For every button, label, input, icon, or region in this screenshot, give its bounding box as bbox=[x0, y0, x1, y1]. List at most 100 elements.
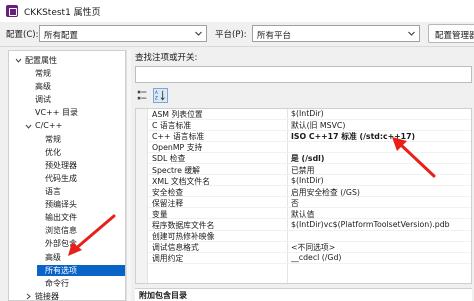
property-row[interactable]: 创建可热修补映像 bbox=[148, 231, 471, 242]
tree-item[interactable]: C/C++ bbox=[9, 121, 125, 132]
property-name: ASM 列表位置 bbox=[152, 110, 203, 119]
search-input[interactable] bbox=[135, 66, 472, 83]
description-title: 附加包含目录 bbox=[139, 291, 187, 300]
property-name: 安全检查 bbox=[152, 187, 184, 197]
property-row[interactable]: 调试信息格式 <不同选项> bbox=[148, 242, 471, 253]
tree-item[interactable]: 调试 bbox=[9, 94, 125, 105]
tree-item[interactable]: 预编译头 bbox=[9, 199, 125, 210]
property-grid: ASM 列表位置 $(IntDir) C 语言标准 默认(旧 MSVC) C++ 语言标… bbox=[135, 108, 472, 284]
chevron-down-icon[interactable] bbox=[15, 57, 22, 64]
tree-item[interactable]: 浏览信息 bbox=[9, 225, 125, 236]
property-row[interactable]: C 语言标准 默认(旧 MSVC) bbox=[148, 120, 471, 131]
property-value[interactable]: 启用安全检查 (/GS) bbox=[291, 187, 360, 198]
tree-item-label: 优化 bbox=[45, 147, 61, 157]
property-name: 创建可热修补映像 bbox=[152, 232, 215, 242]
property-tree: 配置属性 常规 高级 调试 VC++ 目录 C/C++ 常规 优化 预处理器 代码生成 语言 预编译头… bbox=[8, 50, 126, 301]
config-label: 配置(C): bbox=[6, 30, 39, 40]
tree-item-label: 常规 bbox=[45, 134, 61, 144]
property-name: XML 文档文件名 bbox=[152, 176, 210, 186]
window-title: CKKStest1 属性页 bbox=[24, 8, 101, 18]
property-row[interactable]: 保留注释 否 bbox=[148, 198, 471, 209]
description-pane: 附加包含目录 bbox=[135, 288, 472, 301]
property-value[interactable]: 否 bbox=[291, 198, 299, 209]
property-value[interactable]: ISO C++17 标准 (/std:c++17) bbox=[291, 131, 415, 142]
property-name: 变量 bbox=[152, 209, 168, 219]
config-manager-button[interactable]: 配置管理器 bbox=[428, 24, 474, 43]
chevron-down-icon[interactable] bbox=[25, 123, 32, 130]
tree-item-label: 外部包含 bbox=[45, 239, 77, 249]
tree-item-label: 预编译头 bbox=[45, 200, 77, 210]
property-name: 程序数据库文件名 bbox=[152, 221, 215, 230]
tree-item-label: VC++ 目录 bbox=[35, 108, 79, 118]
tree-item-label: 预处理器 bbox=[45, 160, 77, 170]
property-row[interactable]: 变量 默认值 bbox=[148, 209, 471, 220]
property-row[interactable]: Spectre 缓解 已禁用 bbox=[148, 165, 471, 176]
chevron-down-icon bbox=[195, 31, 202, 36]
property-row[interactable]: OpenMP 支持 bbox=[148, 142, 471, 153]
tree-item[interactable]: 代码生成 bbox=[9, 173, 125, 184]
tree-item[interactable]: 命令行 bbox=[9, 278, 125, 289]
property-value[interactable]: $(IntDir)vc$(PlatformToolsetVersion).pdb bbox=[291, 220, 450, 229]
tree-item[interactable]: 所有选项 bbox=[37, 264, 125, 276]
tree-item[interactable]: 链接器 bbox=[9, 291, 125, 301]
tree-item[interactable]: 预处理器 bbox=[9, 160, 125, 171]
property-row[interactable]: XML 文档文件名 $(IntDir) bbox=[148, 176, 471, 187]
tree-item-label: 代码生成 bbox=[45, 173, 77, 183]
property-value[interactable]: 默认(旧 MSVC) bbox=[291, 120, 345, 131]
property-value[interactable]: $(IntDir) bbox=[291, 109, 324, 118]
property-value[interactable]: $(IntDir) bbox=[291, 176, 324, 185]
chevron-right-icon[interactable] bbox=[25, 293, 32, 300]
property-row[interactable]: SDL 检查 是 (/sdl) bbox=[148, 153, 471, 164]
tree-item[interactable]: 高级 bbox=[9, 81, 125, 92]
config-dropdown-value: 所有配置 bbox=[44, 31, 79, 41]
tree-scrollbar[interactable] bbox=[126, 50, 131, 301]
property-row[interactable]: 安全检查 启用安全检查 (/GS) bbox=[148, 187, 471, 198]
property-panel: 查找注项或开关: A Z ASM 列表位置 $(IntDir) C 语言标准 默认(旧… bbox=[133, 50, 474, 301]
categorized-icon bbox=[137, 90, 147, 100]
chevron-down-icon bbox=[408, 31, 415, 36]
property-row[interactable]: 程序数据库文件名 $(IntDir)vc$(PlatformToolsetVers… bbox=[148, 220, 471, 231]
tree-item[interactable]: 配置属性 bbox=[9, 55, 125, 66]
property-value[interactable]: <不同选项> bbox=[291, 242, 335, 253]
tree-item-label: 链接器 bbox=[35, 291, 59, 301]
title-bar: CKKStest1 属性页 bbox=[0, 0, 474, 22]
tree-item[interactable]: 常规 bbox=[9, 134, 125, 145]
tree-item[interactable]: 常规 bbox=[9, 68, 125, 79]
alphabetical-view-button[interactable]: A Z bbox=[153, 88, 168, 103]
property-row[interactable]: 调用约定 __cdecl (/Gd) bbox=[148, 253, 471, 264]
tree-item-label: 常规 bbox=[35, 69, 51, 79]
property-name: C 语言标准 bbox=[152, 121, 192, 131]
platform-dropdown[interactable]: 所有平台 bbox=[252, 25, 420, 42]
tree-item[interactable]: 语言 bbox=[9, 186, 125, 197]
categorized-view-button[interactable] bbox=[135, 88, 150, 103]
config-dropdown[interactable]: 所有配置 bbox=[39, 25, 207, 42]
config-toolbar: 配置(C): 所有配置 平台(P): 所有平台 配置管理器 bbox=[0, 22, 474, 46]
tree-item[interactable]: 外部包含 bbox=[9, 238, 125, 249]
svg-text:Z: Z bbox=[155, 95, 158, 101]
platform-dropdown-value: 所有平台 bbox=[257, 31, 292, 41]
tree-item-label: 语言 bbox=[45, 187, 61, 196]
tree-item-label: 输出文件 bbox=[45, 213, 77, 223]
visual-studio-icon bbox=[6, 5, 18, 17]
property-name: 调试信息格式 bbox=[152, 243, 199, 253]
svg-text:A: A bbox=[155, 90, 158, 96]
tree-item-label: 命令行 bbox=[45, 278, 69, 288]
tree-item-label: C/C++ bbox=[35, 120, 63, 130]
property-name: C++ 语言标准 bbox=[152, 132, 205, 142]
property-row[interactable]: C++ 语言标准 ISO C++17 标准 (/std:c++17) bbox=[148, 131, 471, 142]
tree-item-label: 所有选项 bbox=[45, 265, 77, 275]
toolbar-divider bbox=[0, 46, 474, 47]
tree-item[interactable]: 输出文件 bbox=[9, 212, 125, 223]
property-name: OpenMP 支持 bbox=[152, 143, 203, 153]
property-value[interactable]: 默认值 bbox=[291, 209, 314, 220]
tree-item-label: 高级 bbox=[35, 82, 51, 92]
property-value[interactable]: 已禁用 bbox=[291, 165, 314, 176]
property-row[interactable]: ASM 列表位置 $(IntDir) bbox=[148, 109, 471, 120]
sort-az-icon: A Z bbox=[155, 90, 165, 101]
tree-item[interactable]: 优化 bbox=[9, 147, 125, 158]
tree-item-label: 高级 bbox=[45, 252, 61, 262]
property-value[interactable]: __cdecl (/Gd) bbox=[291, 253, 341, 262]
property-value[interactable]: 是 (/sdl) bbox=[291, 153, 324, 164]
tree-item[interactable]: 高级 bbox=[9, 252, 125, 263]
tree-item[interactable]: VC++ 目录 bbox=[9, 107, 125, 118]
